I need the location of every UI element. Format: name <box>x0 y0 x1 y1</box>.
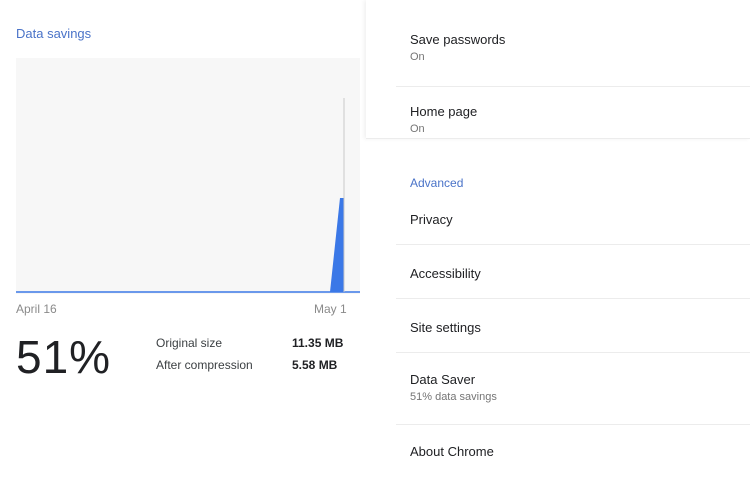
after-compression-row: After compression 5.58 MB <box>156 358 356 380</box>
chart-date-start: April 16 <box>16 302 57 316</box>
settings-item-site-settings[interactable]: Site settings <box>410 320 750 335</box>
data-savings-title: Data savings <box>16 26 92 41</box>
original-size-value: 11.35 MB <box>292 336 344 350</box>
settings-item-subtitle: 51% data savings <box>410 391 497 403</box>
settings-item-accessibility[interactable]: Accessibility <box>410 266 750 281</box>
data-savings-chart <box>16 58 360 294</box>
settings-item-title: Site settings <box>410 320 481 335</box>
chart-date-end: May 1 <box>314 302 347 316</box>
divider <box>396 424 750 425</box>
divider <box>396 298 750 299</box>
after-compression-value: 5.58 MB <box>292 358 338 372</box>
settings-item-about-chrome[interactable]: About Chrome <box>410 444 750 459</box>
savings-percent: 51% <box>16 331 112 383</box>
after-compression-label: After compression <box>156 358 253 372</box>
settings-item-privacy[interactable]: Privacy <box>410 212 750 227</box>
settings-panel: Save passwords On Home page On Advanced … <box>366 0 750 500</box>
original-size-label: Original size <box>156 336 223 350</box>
settings-item-subtitle: On <box>410 51 425 63</box>
settings-item-title: Accessibility <box>410 266 481 281</box>
advanced-section-header: Advanced <box>410 176 464 190</box>
settings-item-title: Save passwords <box>410 32 506 47</box>
chart-savings-area <box>330 198 344 292</box>
settings-item-data-saver[interactable]: Data Saver 51% data savings <box>410 372 750 403</box>
data-savings-chart-svg <box>16 98 360 293</box>
settings-item-title: Privacy <box>410 212 453 227</box>
savings-stats: Original size 11.35 MB After compression… <box>156 336 356 380</box>
divider <box>396 352 750 353</box>
settings-item-title: Data Saver <box>410 372 476 387</box>
settings-item-subtitle: On <box>410 123 425 135</box>
settings-item-save-passwords[interactable]: Save passwords On <box>410 32 750 63</box>
settings-item-home-page[interactable]: Home page On <box>410 104 750 135</box>
data-saver-panel: Data savings April 16 May 1 51% Original… <box>0 0 360 500</box>
settings-item-title: Home page <box>410 104 478 119</box>
settings-item-title: About Chrome <box>410 444 494 459</box>
chart-axis: April 16 May 1 <box>16 302 360 318</box>
original-size-row: Original size 11.35 MB <box>156 336 356 358</box>
divider <box>396 86 750 87</box>
divider <box>396 244 750 245</box>
